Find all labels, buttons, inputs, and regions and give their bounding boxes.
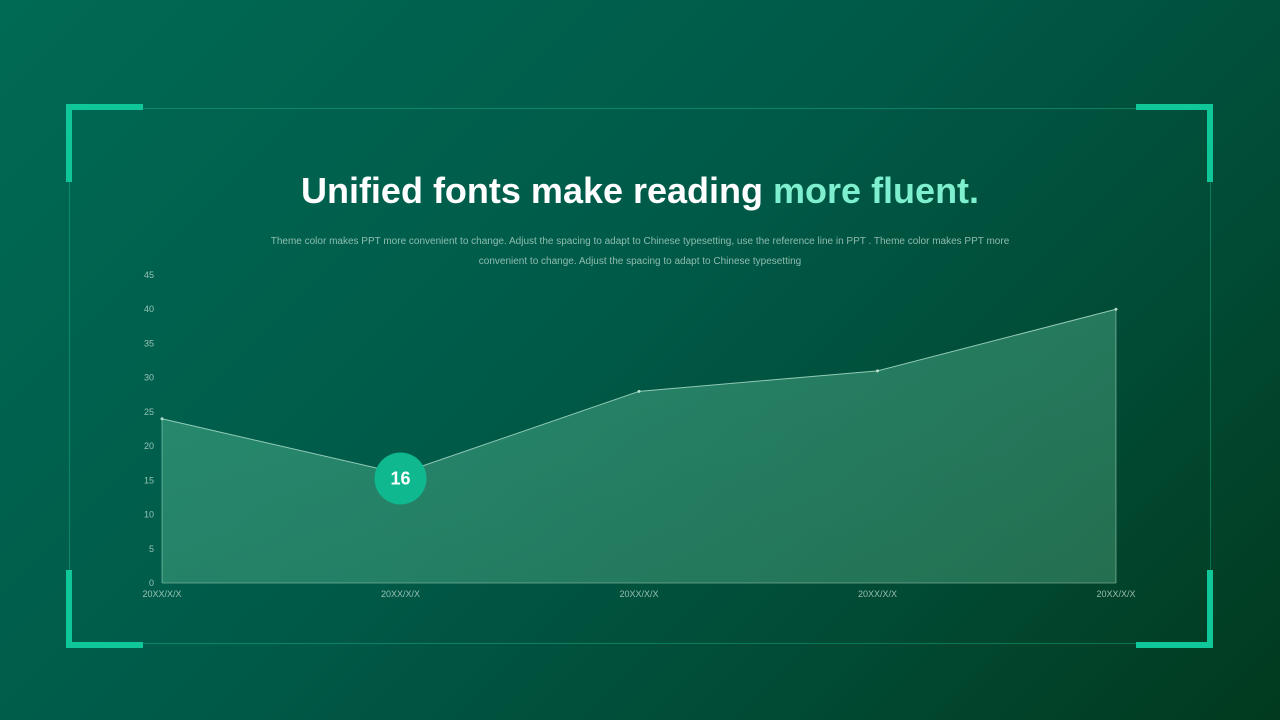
series-area: [160, 307, 1118, 583]
callout-value: 16: [390, 468, 410, 488]
y-axis: 0 5 10 15 20 25 30 35 40 45: [144, 270, 154, 588]
y-tick-label: 20: [144, 441, 154, 451]
x-tick-label: 20XX/X/X: [1096, 589, 1135, 599]
y-tick-label: 5: [149, 544, 154, 554]
data-point: [160, 417, 164, 421]
y-tick-label: 25: [144, 407, 154, 417]
y-tick-label: 10: [144, 510, 154, 520]
data-point: [1114, 307, 1118, 311]
y-tick-label: 0: [149, 578, 154, 588]
x-tick-label: 20XX/X/X: [142, 589, 181, 599]
data-point: [876, 369, 879, 373]
data-callout: 16: [374, 452, 427, 505]
y-tick-label: 30: [144, 373, 154, 383]
x-tick-label: 20XX/X/X: [858, 589, 897, 599]
area-fill: [162, 309, 1116, 583]
data-point: [637, 389, 641, 393]
y-tick-label: 40: [144, 304, 154, 314]
x-axis: 20XX/X/X 20XX/X/X 20XX/X/X 20XX/X/X 20XX/X/X: [142, 582, 1136, 599]
x-tick-label: 20XX/X/X: [619, 589, 658, 599]
y-tick-label: 15: [144, 475, 154, 485]
y-tick-label: 45: [144, 270, 154, 280]
x-tick-label: 20XX/X/X: [381, 589, 420, 599]
area-chart: 051015202530354045 20XX/X/X 20XX/X/X 20XX/…: [142, 270, 1136, 599]
y-tick-label: 35: [144, 338, 154, 348]
